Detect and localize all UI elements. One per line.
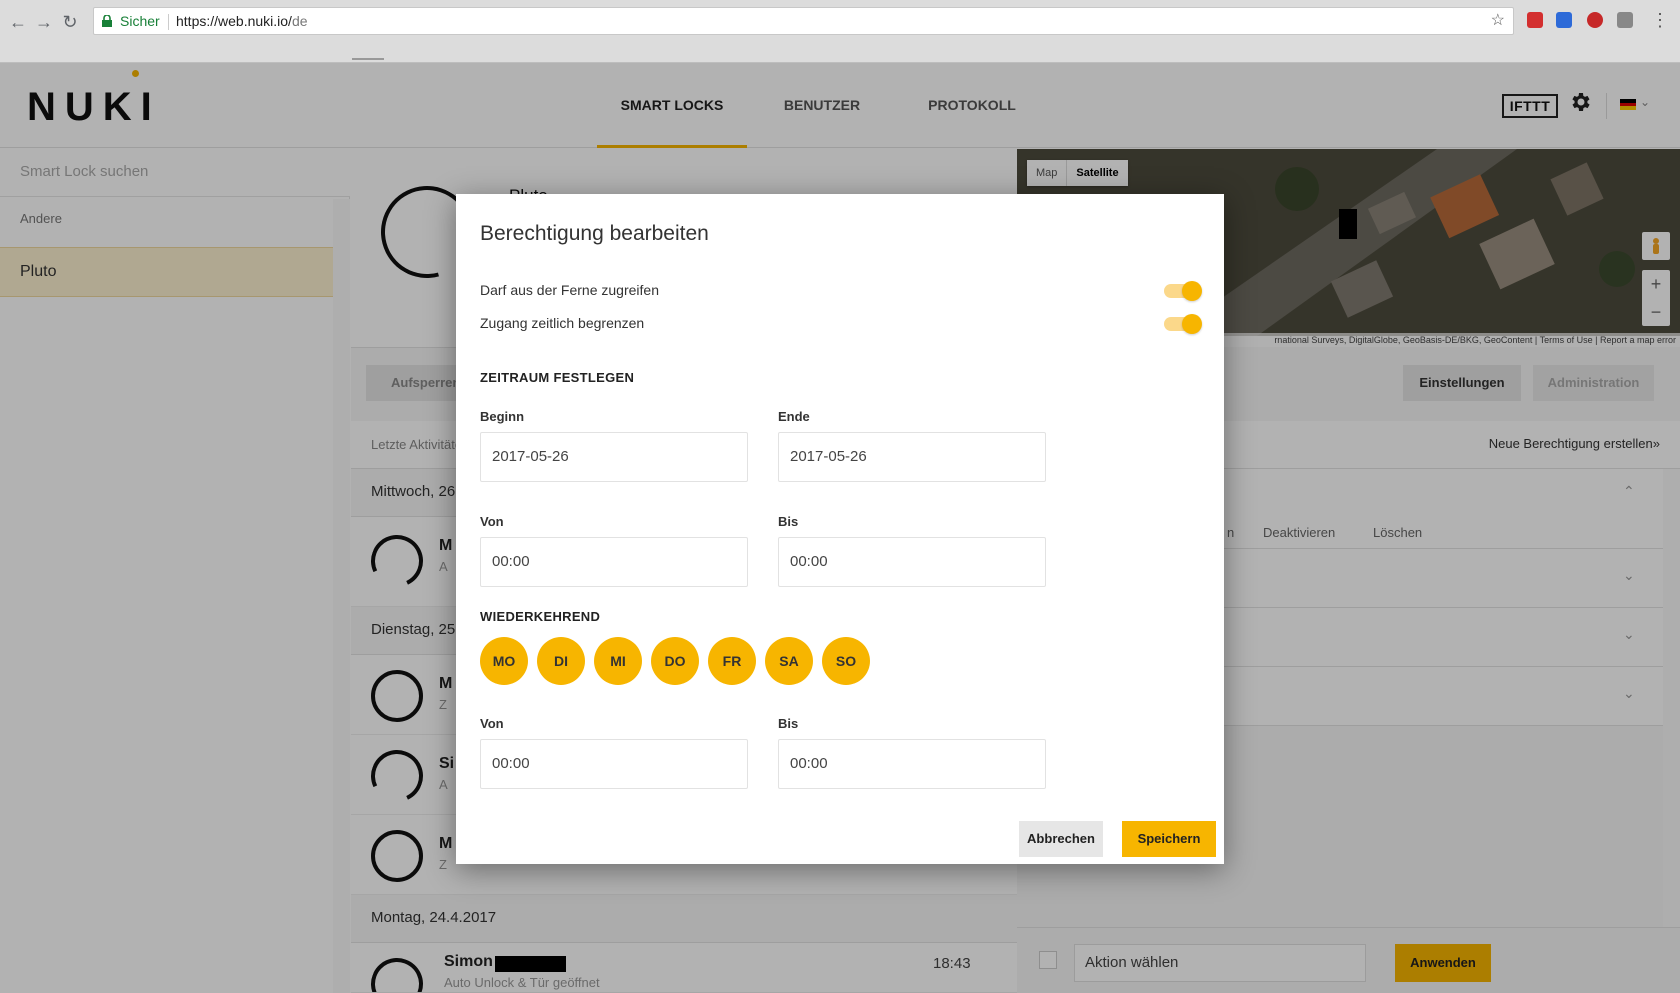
time-limit-label: Zugang zeitlich begrenzen <box>480 315 645 331</box>
extension-icon[interactable] <box>1617 12 1633 28</box>
url-host: https://web.nuki.io/ <box>176 13 292 29</box>
from-label: Von <box>480 514 504 529</box>
recurring-from-label: Von <box>480 716 504 731</box>
url-path: de <box>291 13 308 29</box>
browser-toolbar: ← → ↻ Sicher https://web.nuki.io/de ☆ ⋮ <box>0 0 1680 63</box>
save-button[interactable]: Speichern <box>1122 821 1216 857</box>
remote-access-toggle[interactable] <box>1164 281 1202 301</box>
period-heading: ZEITRAUM FESTLEGEN <box>480 370 635 385</box>
dialog-title: Berechtigung bearbeiten <box>480 222 709 245</box>
to-label: Bis <box>778 514 799 529</box>
remote-access-label: Darf aus der Ferne zugreifen <box>480 282 659 298</box>
secure-label: Sicher <box>120 13 160 29</box>
toggle-knob <box>1182 314 1202 334</box>
time-limit-toggle[interactable] <box>1164 314 1202 334</box>
day-tuesday[interactable]: DI <box>537 637 585 685</box>
begin-date-field[interactable]: 2017-05-26 <box>480 432 748 482</box>
recurring-to-field[interactable]: 00:00 <box>778 739 1046 789</box>
cancel-button[interactable]: Abbrechen <box>1019 821 1103 857</box>
toggle-knob <box>1182 281 1202 301</box>
extension-ublock-icon[interactable] <box>1587 12 1603 28</box>
day-monday[interactable]: MO <box>480 637 528 685</box>
chrome-menu-icon[interactable]: ⋮ <box>1651 10 1669 31</box>
tab-indicator <box>352 58 384 60</box>
day-sunday[interactable]: SO <box>822 637 870 685</box>
reload-icon[interactable]: ↻ <box>60 12 80 32</box>
day-friday[interactable]: FR <box>708 637 756 685</box>
url-text[interactable]: https://web.nuki.io/de <box>176 8 308 34</box>
back-icon[interactable]: ← <box>8 12 28 32</box>
begin-label: Beginn <box>480 409 525 424</box>
forward-icon[interactable]: → <box>34 12 54 32</box>
day-wednesday[interactable]: MI <box>594 637 642 685</box>
address-bar[interactable]: Sicher https://web.nuki.io/de ☆ <box>93 7 1514 35</box>
to-time-field[interactable]: 00:00 <box>778 537 1046 587</box>
omnibox-divider <box>168 14 169 30</box>
edit-permission-dialog: Berechtigung bearbeiten Darf aus der Fer… <box>456 194 1224 864</box>
end-label: Ende <box>778 409 810 424</box>
bookmark-star-icon[interactable]: ☆ <box>1491 8 1505 34</box>
lock-icon <box>102 15 112 27</box>
recurring-from-field[interactable]: 00:00 <box>480 739 748 789</box>
extension-lastpass-icon[interactable] <box>1527 12 1543 28</box>
day-saturday[interactable]: SA <box>765 637 813 685</box>
end-date-field[interactable]: 2017-05-26 <box>778 432 1046 482</box>
from-time-field[interactable]: 00:00 <box>480 537 748 587</box>
extension-translate-icon[interactable] <box>1556 12 1572 28</box>
day-thursday[interactable]: DO <box>651 637 699 685</box>
recurring-to-label: Bis <box>778 716 799 731</box>
recurring-heading: WIEDERKEHREND <box>480 609 601 624</box>
